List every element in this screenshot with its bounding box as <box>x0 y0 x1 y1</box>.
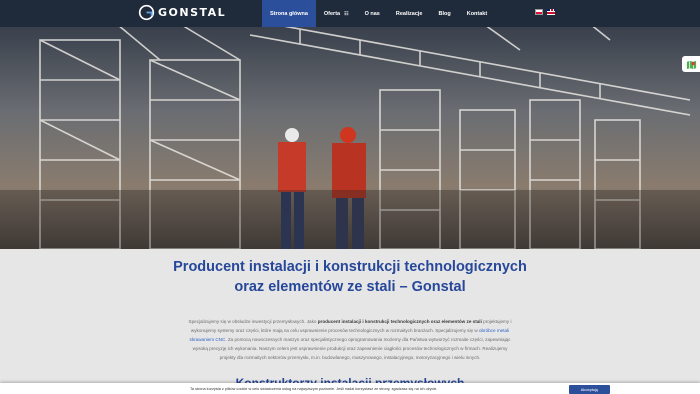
brand-name: GONSTAL <box>158 6 227 19</box>
intro-text-1: Specjalizujemy się w obsłudze inwestycji… <box>188 319 317 324</box>
logo[interactable]: GONSTAL <box>138 4 226 21</box>
nav-item-label: Blog <box>438 10 451 17</box>
gonstal-logo-icon <box>138 4 155 21</box>
cookie-text: Ta strona korzysta z plików cookie w cel… <box>190 387 438 391</box>
nav-item-label: Oferta <box>323 10 341 17</box>
flag-pl-icon[interactable] <box>535 9 543 15</box>
map-widget-icon <box>686 60 696 69</box>
page-title: Producent instalacji i konstrukcji techn… <box>173 259 527 295</box>
nav-item-label: Kontakt <box>466 10 488 17</box>
nav-item-offer[interactable]: Oferta ☷ <box>316 0 357 27</box>
nav-item-projects[interactable]: Realizacje <box>388 0 431 27</box>
hero-scaffolding-scene <box>0 0 700 249</box>
intro-paragraph: Specjalizujemy się w obsłudze inwestycji… <box>185 317 515 362</box>
chevron-down-icon: ☷ <box>344 10 349 17</box>
nav-item-label: O nas <box>364 10 380 17</box>
nav-item-label: Strona główna <box>270 10 308 17</box>
intro-bold: producent instalacji i konstrukcji techn… <box>317 319 482 324</box>
hero-image <box>0 0 700 249</box>
intro-text-3: . Za pomocą nowoczesnych maszyn oraz spe… <box>192 337 511 360</box>
flag-en-icon[interactable] <box>547 9 555 15</box>
cookie-bar: Ta strona korzysta z plików cookie w cel… <box>0 383 700 394</box>
nav-item-blog[interactable]: Blog <box>430 0 458 27</box>
language-switcher <box>535 9 555 15</box>
nav-item-contact[interactable]: Kontakt <box>459 0 495 27</box>
nav-item-label: Realizacje <box>395 10 423 17</box>
cookie-accept-button[interactable]: Akceptuję <box>569 385 610 394</box>
map-widget-button[interactable] <box>682 56 700 72</box>
top-navbar: GONSTAL Strona główna Oferta ☷ O nas Real… <box>0 0 700 27</box>
nav-item-about[interactable]: O nas <box>357 0 388 27</box>
main-nav: Strona główna Oferta ☷ O nas Realizacje B… <box>262 0 495 27</box>
nav-item-home[interactable]: Strona główna <box>262 0 316 27</box>
